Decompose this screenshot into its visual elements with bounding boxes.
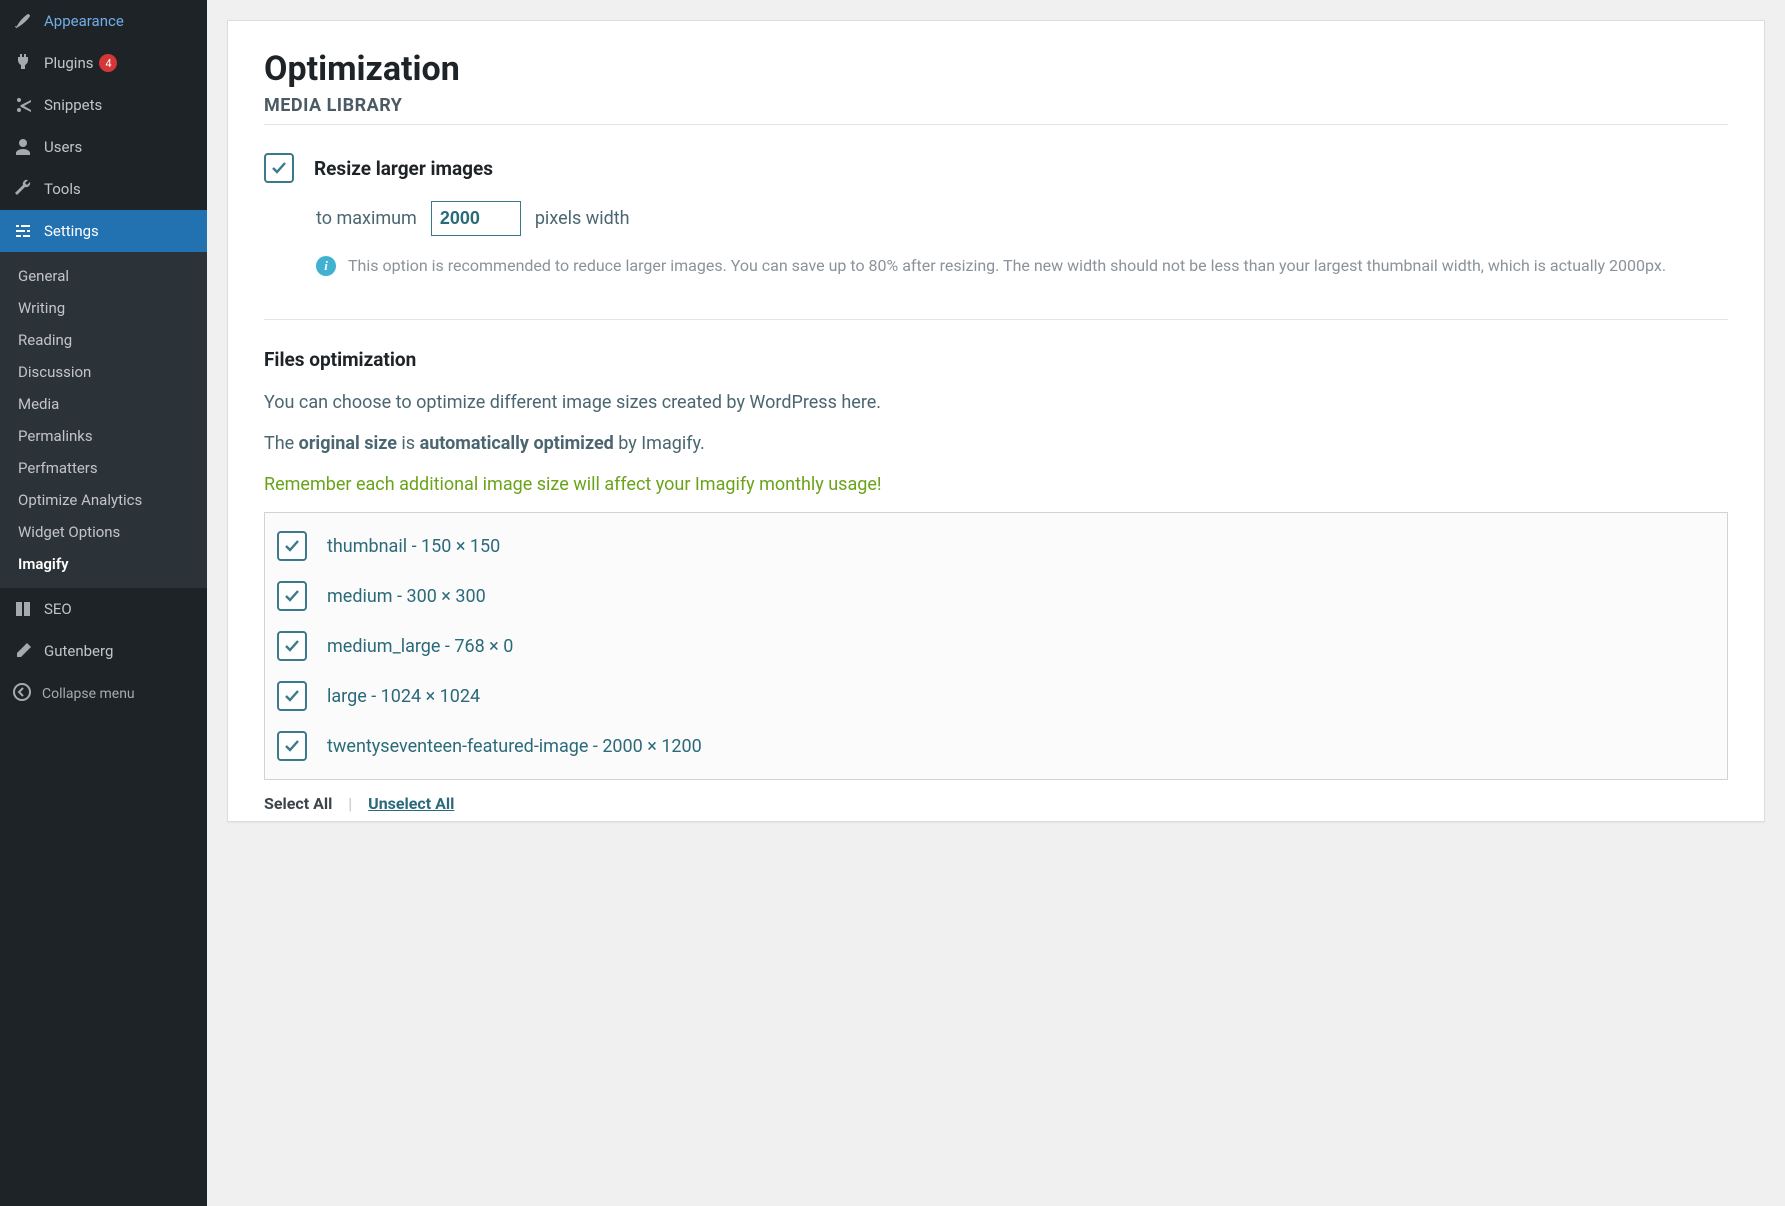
sidebar-item-plugins[interactable]: Plugins 4 (0, 42, 207, 84)
sidebar-item-users[interactable]: Users (0, 126, 207, 168)
sub-item-imagify[interactable]: Imagify (0, 548, 207, 580)
sidebar-item-label: Gutenberg (44, 642, 113, 660)
size-checkbox[interactable] (277, 531, 307, 561)
collapse-icon (12, 682, 32, 706)
sub-item-writing[interactable]: Writing (0, 292, 207, 324)
sidebar-item-label: Settings (44, 222, 99, 240)
sliders-icon (12, 220, 34, 242)
resize-info-row: i This option is recommended to reduce l… (316, 254, 1728, 277)
select-links-row: Select All | Unselect All (264, 794, 1728, 813)
brush-icon (12, 10, 34, 32)
sidebar-item-label: Appearance (44, 12, 124, 30)
page-title: Optimization (264, 49, 1728, 89)
sidebar-item-label: Tools (44, 180, 81, 198)
collapse-menu-button[interactable]: Collapse menu (0, 672, 207, 716)
sub-item-permalinks[interactable]: Permalinks (0, 420, 207, 452)
sidebar-item-label: Snippets (44, 96, 102, 114)
check-icon (282, 536, 302, 556)
sidebar-item-label: Plugins (44, 54, 93, 72)
files-heading: Files optimization (264, 348, 1728, 371)
sidebar-item-label: Users (44, 138, 82, 156)
sub-item-media[interactable]: Media (0, 388, 207, 420)
size-item-featured: twentyseventeen-featured-image - 2000 × … (277, 731, 1715, 761)
plugin-icon (12, 52, 34, 74)
divider (264, 124, 1728, 125)
resize-option-row: Resize larger images (264, 153, 1728, 183)
resize-suffix: pixels width (535, 208, 630, 229)
size-label: medium - 300 × 300 (327, 586, 486, 607)
size-item-medium: medium - 300 × 300 (277, 581, 1715, 611)
sidebar-item-gutenberg[interactable]: Gutenberg (0, 630, 207, 672)
resize-checkbox[interactable] (264, 153, 294, 183)
admin-sidebar: Appearance Plugins 4 Snippets Users Tool… (0, 0, 207, 1206)
sub-item-discussion[interactable]: Discussion (0, 356, 207, 388)
sub-item-widget-options[interactable]: Widget Options (0, 516, 207, 548)
size-label: medium_large - 768 × 0 (327, 636, 513, 657)
check-icon (282, 686, 302, 706)
collapse-label: Collapse menu (42, 686, 135, 702)
scissors-icon (12, 94, 34, 116)
size-checkbox[interactable] (277, 581, 307, 611)
sub-item-reading[interactable]: Reading (0, 324, 207, 356)
pencil-icon (12, 640, 34, 662)
sidebar-item-label: SEO (44, 600, 72, 618)
info-icon: i (316, 256, 336, 276)
size-checkbox[interactable] (277, 631, 307, 661)
sub-item-general[interactable]: General (0, 260, 207, 292)
sidebar-item-tools[interactable]: Tools (0, 168, 207, 210)
wrench-icon (12, 178, 34, 200)
sidebar-item-settings[interactable]: Settings (0, 210, 207, 252)
resize-config-line: to maximum pixels width (316, 201, 1728, 236)
size-checkbox[interactable] (277, 681, 307, 711)
size-label: twentyseventeen-featured-image - 2000 × … (327, 736, 702, 757)
unselect-all-link[interactable]: Unselect All (368, 794, 454, 813)
main-content: Optimization MEDIA LIBRARY Resize larger… (207, 0, 1785, 1206)
seo-icon (12, 598, 34, 620)
optimization-panel: Optimization MEDIA LIBRARY Resize larger… (227, 20, 1765, 822)
check-icon (282, 586, 302, 606)
user-icon (12, 136, 34, 158)
files-intro-text: You can choose to optimize different ima… (264, 389, 1728, 416)
files-warning-text: Remember each additional image size will… (264, 471, 1728, 498)
section-subtitle: MEDIA LIBRARY (264, 95, 1728, 124)
size-item-medium-large: medium_large - 768 × 0 (277, 631, 1715, 661)
resize-info-text: This option is recommended to reduce lar… (348, 254, 1666, 277)
link-divider: | (348, 794, 352, 813)
select-all-link[interactable]: Select All (264, 794, 332, 813)
plugins-update-badge: 4 (99, 54, 117, 72)
sub-item-optimize-analytics[interactable]: Optimize Analytics (0, 484, 207, 516)
divider (264, 319, 1728, 320)
size-item-large: large - 1024 × 1024 (277, 681, 1715, 711)
size-item-thumbnail: thumbnail - 150 × 150 (277, 531, 1715, 561)
settings-submenu: General Writing Reading Discussion Media… (0, 252, 207, 588)
resize-width-input[interactable] (431, 201, 521, 236)
check-icon (282, 736, 302, 756)
files-auto-text: The original size is automatically optim… (264, 430, 1728, 457)
size-checkbox[interactable] (277, 731, 307, 761)
size-label: large - 1024 × 1024 (327, 686, 480, 707)
check-icon (282, 636, 302, 656)
resize-prefix: to maximum (316, 208, 417, 229)
sub-item-perfmatters[interactable]: Perfmatters (0, 452, 207, 484)
sidebar-item-seo[interactable]: SEO (0, 588, 207, 630)
image-sizes-list[interactable]: thumbnail - 150 × 150 medium - 300 × 300… (264, 512, 1728, 780)
size-label: thumbnail - 150 × 150 (327, 536, 500, 557)
resize-heading: Resize larger images (314, 157, 493, 180)
sidebar-item-appearance[interactable]: Appearance (0, 0, 207, 42)
check-icon (269, 158, 289, 178)
sidebar-item-snippets[interactable]: Snippets (0, 84, 207, 126)
